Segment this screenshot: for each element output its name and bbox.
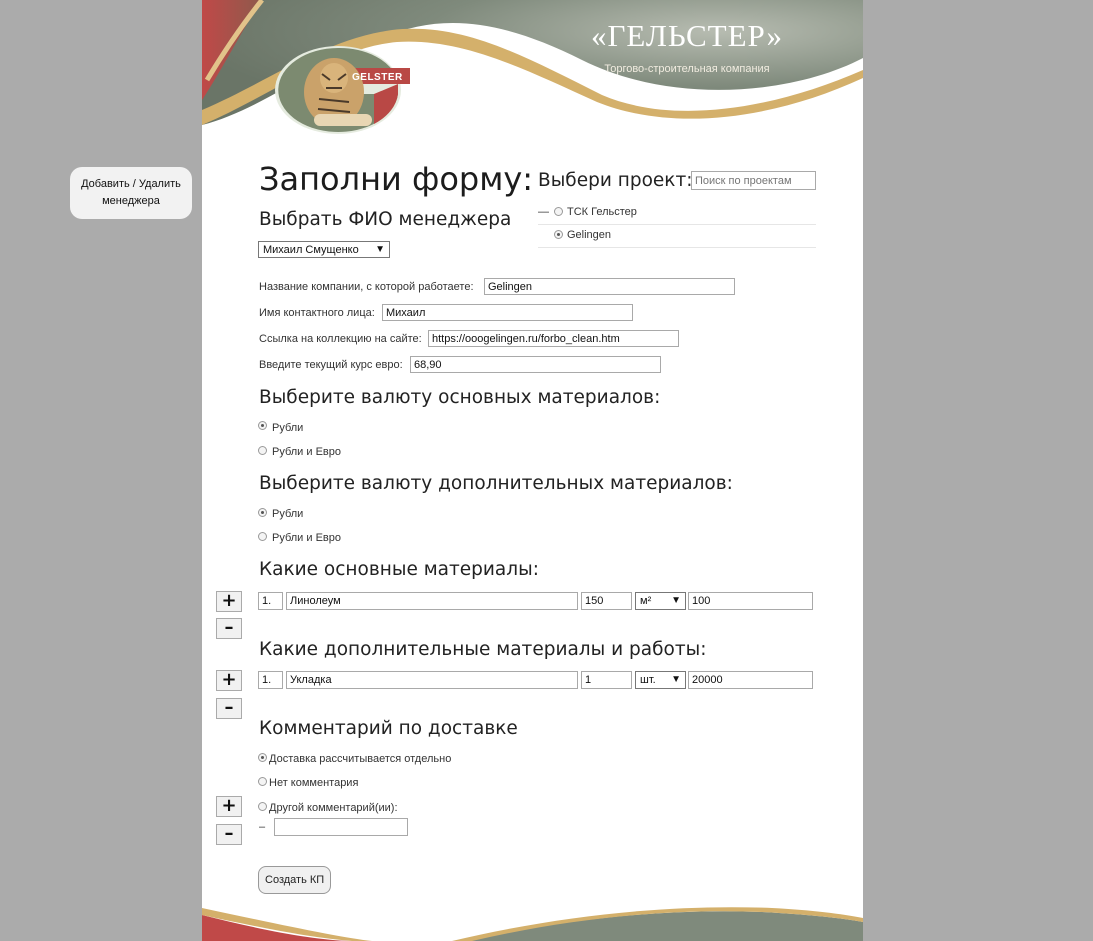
main-unit-select[interactable]: м² ▼ <box>635 592 686 610</box>
main-currency-heading: Выберите валюту основных материалов: <box>259 387 661 408</box>
logo-text: GELSTER <box>352 72 403 83</box>
extra-material-qty[interactable] <box>581 671 632 689</box>
form-title: Заполни форму: <box>259 160 534 198</box>
brand-title: «ГЕЛЬСТЕР» <box>590 18 784 53</box>
main-material-qty[interactable] <box>581 592 632 610</box>
delivery-option: Нет комментария <box>269 777 359 789</box>
manager-select-value: Михаил Смущенко <box>263 244 359 256</box>
main-currency-radio[interactable] <box>258 421 267 430</box>
manage-managers-button[interactable]: Добавить / Удалить менеджера <box>70 167 192 219</box>
delivery-radio[interactable] <box>258 777 267 786</box>
main-unit-value: м² <box>640 595 652 607</box>
brand-subtitle: Торгово-строительная компания <box>604 63 770 75</box>
link-label: Ссылка на коллекцию на сайте: <box>259 333 422 345</box>
main-currency-option: Рубли <box>272 422 304 434</box>
project-label: Gelingen <box>567 229 612 241</box>
extra-currency-radio[interactable] <box>258 532 267 541</box>
remove-comment-button[interactable]: – <box>216 824 242 845</box>
extra-row-number[interactable] <box>258 671 283 689</box>
chevron-down-icon: ▼ <box>671 595 681 606</box>
chevron-down-icon: ▼ <box>375 244 385 255</box>
gelster-logo <box>275 46 410 134</box>
project-item[interactable]: — ТСК Гельстер <box>538 201 816 225</box>
page: «ГЕЛЬСТЕР» Торгово-строительная компания… <box>202 0 863 941</box>
manager-heading: Выбрать ФИО менеджера <box>259 209 512 230</box>
euro-rate-label: Введите текущий курс евро: <box>259 359 403 371</box>
extra-material-price[interactable] <box>688 671 813 689</box>
add-comment-button[interactable]: + <box>216 796 242 817</box>
create-proposal-button[interactable]: Создать КП <box>258 866 332 894</box>
extra-materials-heading: Какие дополнительные материалы и работы: <box>259 639 707 660</box>
delivery-radio[interactable] <box>258 753 267 762</box>
delivery-radio[interactable] <box>258 802 267 811</box>
project-radio[interactable] <box>554 230 563 239</box>
project-label: ТСК Гельстер <box>567 206 637 218</box>
main-materials-heading: Какие основные материалы: <box>259 559 539 580</box>
add-main-row-button[interactable]: + <box>216 591 242 612</box>
main-currency-radio[interactable] <box>258 446 267 455</box>
main-material-name[interactable] <box>286 592 578 610</box>
extra-material-name[interactable] <box>286 671 578 689</box>
manager-select[interactable]: Михаил Смущенко ▼ <box>258 241 390 258</box>
project-radio[interactable] <box>554 207 563 216</box>
extra-currency-radio[interactable] <box>258 508 267 517</box>
add-extra-row-button[interactable]: + <box>216 670 242 691</box>
main-currency-option: Рубли и Евро <box>272 446 342 458</box>
remove-extra-row-button[interactable]: – <box>216 698 242 719</box>
extra-currency-option: Рубли <box>272 508 304 520</box>
comment-dash: – <box>259 821 266 833</box>
delivery-heading: Комментарий по доставке <box>259 718 518 739</box>
remove-main-row-button[interactable]: – <box>216 618 242 639</box>
extra-unit-value: шт. <box>640 674 656 686</box>
chevron-down-icon: ▼ <box>671 674 681 685</box>
comment-input[interactable] <box>274 818 408 836</box>
company-input[interactable] <box>484 278 735 295</box>
delivery-option: Доставка рассчитывается отдельно <box>269 753 452 765</box>
project-item[interactable]: Gelingen <box>538 224 816 248</box>
main-row-number[interactable] <box>258 592 283 610</box>
delivery-option: Другой комментарий(ии): <box>269 802 398 814</box>
extra-unit-select[interactable]: шт. ▼ <box>635 671 686 689</box>
extra-currency-option: Рубли и Евро <box>272 532 342 544</box>
contact-input[interactable] <box>382 304 633 321</box>
link-input[interactable] <box>428 330 679 347</box>
footer-wave <box>202 907 863 941</box>
contact-label: Имя контактного лица: <box>259 307 375 319</box>
euro-rate-input[interactable] <box>410 356 661 373</box>
project-collapse-icon[interactable]: — <box>538 206 549 218</box>
company-label: Название компании, с которой работаете: <box>259 281 474 293</box>
project-search-input[interactable] <box>691 171 816 190</box>
main-material-price[interactable] <box>688 592 813 610</box>
projects-heading: Выбери проект: <box>538 170 693 191</box>
extra-currency-heading: Выберите валюту дополнительных материало… <box>259 473 733 494</box>
